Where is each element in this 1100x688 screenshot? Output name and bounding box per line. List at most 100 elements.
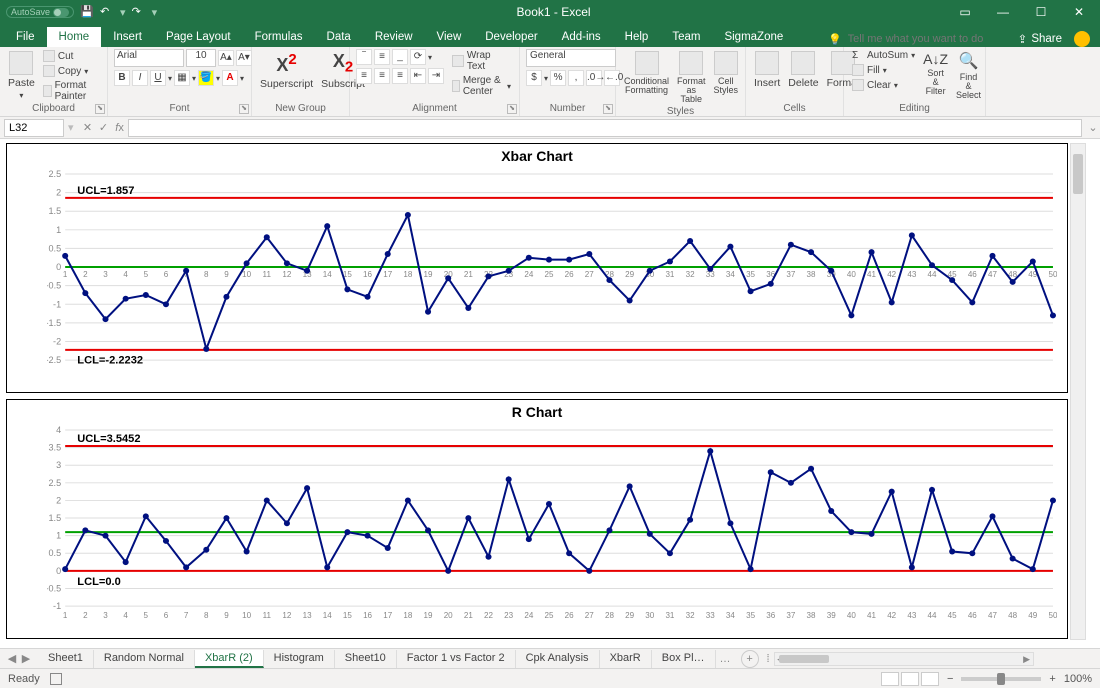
align-bottom-button[interactable]: _ <box>392 49 408 65</box>
tab-help[interactable]: Help <box>613 27 661 47</box>
macro-record-icon[interactable] <box>50 673 62 685</box>
new-sheet-button[interactable]: + <box>741 650 759 668</box>
tab-sigmazone[interactable]: SigmaZone <box>712 27 795 47</box>
sheet-tab[interactable]: Histogram <box>264 650 335 668</box>
insert-cells-button[interactable]: Insert <box>752 49 782 91</box>
percent-format-button[interactable]: % <box>550 70 566 86</box>
tab-team[interactable]: Team <box>660 27 712 47</box>
tab-formulas[interactable]: Formulas <box>243 27 315 47</box>
align-top-button[interactable]: ‾ <box>356 49 372 65</box>
ribbon-display-options[interactable]: ▭ <box>950 5 980 19</box>
page-layout-view-button[interactable] <box>901 672 919 686</box>
font-size-select[interactable]: 10 <box>186 49 216 67</box>
fx-icon[interactable]: fx <box>112 122 128 134</box>
tab-scroll-right[interactable]: ▶ <box>20 652 32 665</box>
tab-developer[interactable]: Developer <box>473 27 549 47</box>
font-color-button[interactable]: A <box>222 70 238 86</box>
increase-indent-button[interactable]: ⇥ <box>428 68 444 84</box>
font-launcher[interactable]: ⬊ <box>239 104 249 114</box>
tab-insert[interactable]: Insert <box>101 27 154 47</box>
italic-button[interactable]: I <box>132 70 148 86</box>
close-button[interactable]: ✕ <box>1064 5 1094 19</box>
redo-icon[interactable]: ↷ <box>132 5 146 19</box>
increase-font-button[interactable]: A▴ <box>218 50 234 66</box>
zoom-slider[interactable] <box>961 677 1041 681</box>
format-as-table-button[interactable]: Format as Table <box>675 49 708 106</box>
superscript-button[interactable]: X2 Superscript <box>258 49 315 92</box>
enter-formula-icon[interactable]: ✓ <box>96 121 112 134</box>
autosave-toggle[interactable]: AutoSave <box>6 6 74 18</box>
conditional-formatting-button[interactable]: Conditional Formatting <box>622 49 671 97</box>
feedback-smiley-icon[interactable] <box>1074 31 1090 47</box>
decrease-font-button[interactable]: A▾ <box>236 50 252 66</box>
tab-view[interactable]: View <box>425 27 474 47</box>
tab-addins[interactable]: Add-ins <box>550 27 613 47</box>
page-break-view-button[interactable] <box>921 672 939 686</box>
sheet-tab[interactable]: Random Normal <box>94 650 195 668</box>
tab-home[interactable]: Home <box>47 27 102 47</box>
sheet-tab[interactable]: Sheet10 <box>335 650 397 668</box>
minimize-button[interactable]: — <box>988 5 1018 19</box>
cut-button[interactable]: Cut <box>41 49 101 63</box>
xbar-chart[interactable]: Xbar Chart -2.5-2-1.5-1-0.500.511.522.5U… <box>6 143 1068 393</box>
increase-decimal-button[interactable]: .0→ <box>586 70 602 86</box>
orientation-button[interactable]: ⟳ <box>410 49 426 65</box>
save-icon[interactable]: 💾 <box>80 5 94 19</box>
number-launcher[interactable]: ⬊ <box>603 104 613 114</box>
autosum-button[interactable]: Σ AutoSum▾ <box>850 49 917 62</box>
align-middle-button[interactable]: ≡ <box>374 49 390 65</box>
format-painter-button[interactable]: Format Painter <box>41 79 101 103</box>
zoom-level[interactable]: 100% <box>1064 673 1092 685</box>
align-left-button[interactable]: ≡ <box>356 68 372 84</box>
tab-scroll-left[interactable]: ◀ <box>6 652 18 665</box>
sort-filter-button[interactable]: A↓ZSort & Filter <box>921 49 950 98</box>
clear-button[interactable]: Clear▾ <box>850 78 917 92</box>
tell-me-input[interactable] <box>846 32 1006 46</box>
border-button[interactable]: ▦ <box>174 70 190 86</box>
tab-data[interactable]: Data <box>315 27 363 47</box>
maximize-button[interactable]: ☐ <box>1026 5 1056 19</box>
fill-button[interactable]: Fill▾ <box>850 63 917 77</box>
bold-button[interactable]: B <box>114 70 130 86</box>
decrease-indent-button[interactable]: ⇤ <box>410 68 426 84</box>
paste-button[interactable]: Paste ▾ <box>6 49 37 102</box>
sheet-tab[interactable]: Factor 1 vs Factor 2 <box>397 650 516 668</box>
expand-formula-bar[interactable]: ⌄ <box>1086 121 1100 134</box>
delete-cells-button[interactable]: Delete <box>786 49 820 91</box>
accounting-format-button[interactable]: $ <box>526 70 542 86</box>
underline-button[interactable]: U <box>150 70 166 86</box>
cell-styles-button[interactable]: Cell Styles <box>712 49 741 97</box>
align-center-button[interactable]: ≡ <box>374 68 390 84</box>
fill-color-button[interactable]: 🪣 <box>198 70 214 86</box>
horizontal-scrollbar[interactable]: ◀ ▶ <box>774 652 1034 666</box>
name-box[interactable]: L32 <box>4 119 64 137</box>
tab-review[interactable]: Review <box>363 27 425 47</box>
tab-file[interactable]: File <box>4 27 47 47</box>
cancel-formula-icon[interactable]: ✕ <box>80 121 96 134</box>
undo-icon[interactable]: ↶ <box>100 5 114 19</box>
more-sheets[interactable]: … <box>716 653 735 665</box>
formula-input[interactable] <box>128 119 1082 137</box>
r-chart[interactable]: R Chart -1-0.500.511.522.533.54UCL=3.545… <box>6 399 1068 639</box>
alignment-launcher[interactable]: ⬊ <box>507 104 517 114</box>
sheet-tab[interactable]: Sheet1 <box>38 650 94 668</box>
sheet-tab[interactable]: Cpk Analysis <box>516 650 600 668</box>
sheet-tab[interactable]: XbarR (2) <box>195 650 264 668</box>
copy-button[interactable]: Copy▾ <box>41 64 101 78</box>
sheet-tab[interactable]: XbarR <box>600 650 652 668</box>
sheet-tab[interactable]: Box Pl… <box>652 650 716 668</box>
tell-me-search[interactable]: 💡 <box>828 32 1006 46</box>
wrap-text-button[interactable]: Wrap Text <box>450 49 513 73</box>
merge-center-button[interactable]: Merge & Center▾ <box>450 74 513 98</box>
comma-format-button[interactable]: , <box>568 70 584 86</box>
zoom-in-button[interactable]: + <box>1049 673 1055 685</box>
clipboard-launcher[interactable]: ⬊ <box>95 104 105 114</box>
vertical-scrollbar[interactable] <box>1070 143 1086 640</box>
align-right-button[interactable]: ≡ <box>392 68 408 84</box>
tab-pagelayout[interactable]: Page Layout <box>154 27 243 47</box>
normal-view-button[interactable] <box>881 672 899 686</box>
find-select-button[interactable]: 🔍Find & Select <box>954 49 983 102</box>
zoom-out-button[interactable]: − <box>947 673 953 685</box>
share-button[interactable]: ⇪ Share <box>1018 32 1062 46</box>
font-name-select[interactable]: Arial <box>114 49 184 67</box>
